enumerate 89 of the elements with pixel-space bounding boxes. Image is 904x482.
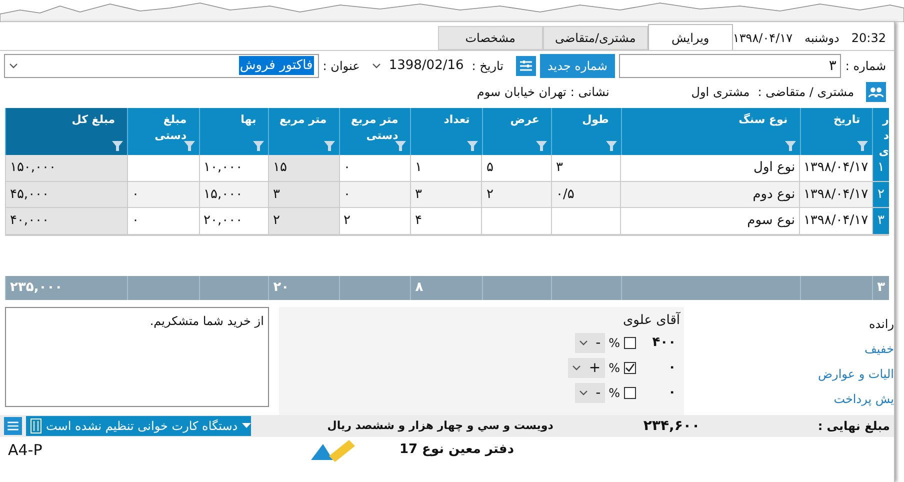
- filter-icon[interactable]: [466, 141, 478, 151]
- ledger-title: دفتر معین نوع 17: [399, 441, 514, 460]
- table-cell: ۲: [268, 208, 338, 234]
- table-cell: ۱۳۹۸/۰۴/۱۷: [799, 208, 872, 234]
- caret-icon: [242, 423, 251, 429]
- total-cell: ۸: [410, 276, 482, 300]
- table-cell: ۵: [481, 155, 551, 180]
- title-label: عنوان :: [322, 58, 360, 74]
- table-cell: ۲: [338, 208, 410, 234]
- table-cell: ۳: [550, 155, 620, 180]
- table-cell: ۱۵۰,۰۰۰: [4, 155, 128, 180]
- driver-value: آقای علوی: [622, 310, 682, 330]
- adjustment-value: ۴۰۰: [651, 334, 676, 352]
- customer-label: مشتری / متقاضی :: [758, 84, 854, 101]
- sign-dropdown[interactable]: +: [568, 358, 605, 378]
- address-label: نشانی :: [570, 84, 610, 101]
- settings-icon[interactable]: [516, 56, 536, 76]
- filter-icon[interactable]: [784, 141, 796, 151]
- amount-in-words: دویست و سي و چهار هزار و ششصد ريال: [327, 418, 554, 434]
- filter-icon[interactable]: [606, 141, 617, 151]
- filter-icon[interactable]: [395, 141, 406, 151]
- percent-label: %: [608, 385, 620, 402]
- table-cell: ۲۰,۰۰۰: [198, 208, 268, 234]
- filter-icon[interactable]: [857, 141, 868, 151]
- tab[interactable]: ویرایش: [648, 24, 733, 50]
- checkbox[interactable]: [624, 337, 636, 349]
- final-amount-label: مبلغ نهایی :: [816, 418, 890, 435]
- sign-dropdown[interactable]: -: [574, 383, 605, 403]
- adjustment-value: ۰: [667, 384, 676, 402]
- table-cell: ۰: [338, 155, 410, 180]
- page-format-label: A4-P: [8, 440, 42, 461]
- table-cell: ۱۵: [268, 155, 338, 180]
- date-picker[interactable]: 1398/02/16: [368, 54, 468, 78]
- percent-label: %: [608, 335, 620, 352]
- title-combobox[interactable]: فاکتور فروش: [4, 54, 319, 78]
- card-reader-icon: [30, 418, 42, 434]
- customer-value: مشتری اول: [691, 84, 750, 101]
- table-cell: ۳: [410, 182, 482, 207]
- adjustment-value: ۰: [667, 359, 676, 378]
- table-cell: ۴: [410, 208, 482, 234]
- chevron-down-icon: [572, 365, 581, 371]
- total-cell: ۲۰: [268, 276, 339, 300]
- filter-icon[interactable]: [324, 141, 335, 151]
- filter-icon[interactable]: [536, 141, 548, 151]
- settings-icon[interactable]: [4, 417, 22, 435]
- driver-label: رانده: [868, 316, 894, 333]
- table-cell: ۴۰,۰۰۰: [4, 208, 128, 234]
- filter-icon[interactable]: [184, 141, 195, 151]
- note-text: از خرید شما متشکریم.: [150, 314, 264, 328]
- row-number: ۳: [872, 208, 889, 234]
- table-cell: نوع اول: [620, 155, 800, 180]
- adjustment-link[interactable]: خفیف: [684, 340, 894, 358]
- adjustment-link[interactable]: الیات و عوارض: [684, 365, 894, 383]
- table-cell: ۱۳۹۸/۰۴/۱۷: [799, 155, 872, 180]
- checkbox[interactable]: [624, 387, 636, 399]
- table-cell: نوع سوم: [620, 208, 800, 234]
- date-label: تاریخ :: [472, 58, 504, 74]
- filter-icon[interactable]: [112, 141, 124, 151]
- table-cell: ۴۵,۰۰۰: [4, 182, 128, 207]
- adjustment-link[interactable]: یش پرداخت: [684, 390, 894, 408]
- chevron-down-icon: [578, 390, 588, 396]
- table-cell: ۰: [127, 208, 199, 234]
- sign-dropdown[interactable]: -: [574, 333, 605, 353]
- checkbox[interactable]: [624, 362, 636, 374]
- table-cell: ۳: [268, 182, 338, 207]
- note-field[interactable]: از خرید شما متشکریم.: [5, 307, 269, 407]
- chevron-down-icon: [578, 340, 588, 346]
- row-number: ۱: [872, 155, 889, 180]
- table-cell: ۱۰,۰۰۰: [198, 155, 268, 180]
- card-reader-dropdown[interactable]: دستگاه کارت خوانی تنظیم نشده است: [26, 416, 251, 436]
- filter-icon[interactable]: [253, 141, 264, 151]
- final-amount-value: ۲۳۴,۶۰۰: [643, 416, 700, 436]
- number-field[interactable]: ۳: [619, 54, 842, 78]
- table-cell: ۰/۵: [550, 182, 620, 207]
- tab[interactable]: مشخصات: [438, 26, 543, 50]
- total-cell: ۲۳۵,۰۰۰: [5, 276, 128, 300]
- tab[interactable]: مشتری/متقاضی: [542, 26, 648, 50]
- row-number: ۲: [872, 182, 889, 207]
- chevron-down-icon: [372, 62, 381, 68]
- address-value: تهران خیابان سوم: [476, 84, 566, 101]
- checkmark-icon: [625, 363, 636, 373]
- new-number-button[interactable]: شماره جدید: [540, 54, 616, 78]
- chevron-down-icon: [9, 62, 18, 68]
- column-header[interactable]: مبلغ کل: [5, 108, 128, 155]
- people-icon[interactable]: [866, 82, 886, 102]
- total-cell: ۳: [872, 276, 889, 300]
- table-cell: ۱: [410, 155, 482, 180]
- percent-label: %: [608, 360, 620, 377]
- number-label: شماره :: [845, 58, 886, 74]
